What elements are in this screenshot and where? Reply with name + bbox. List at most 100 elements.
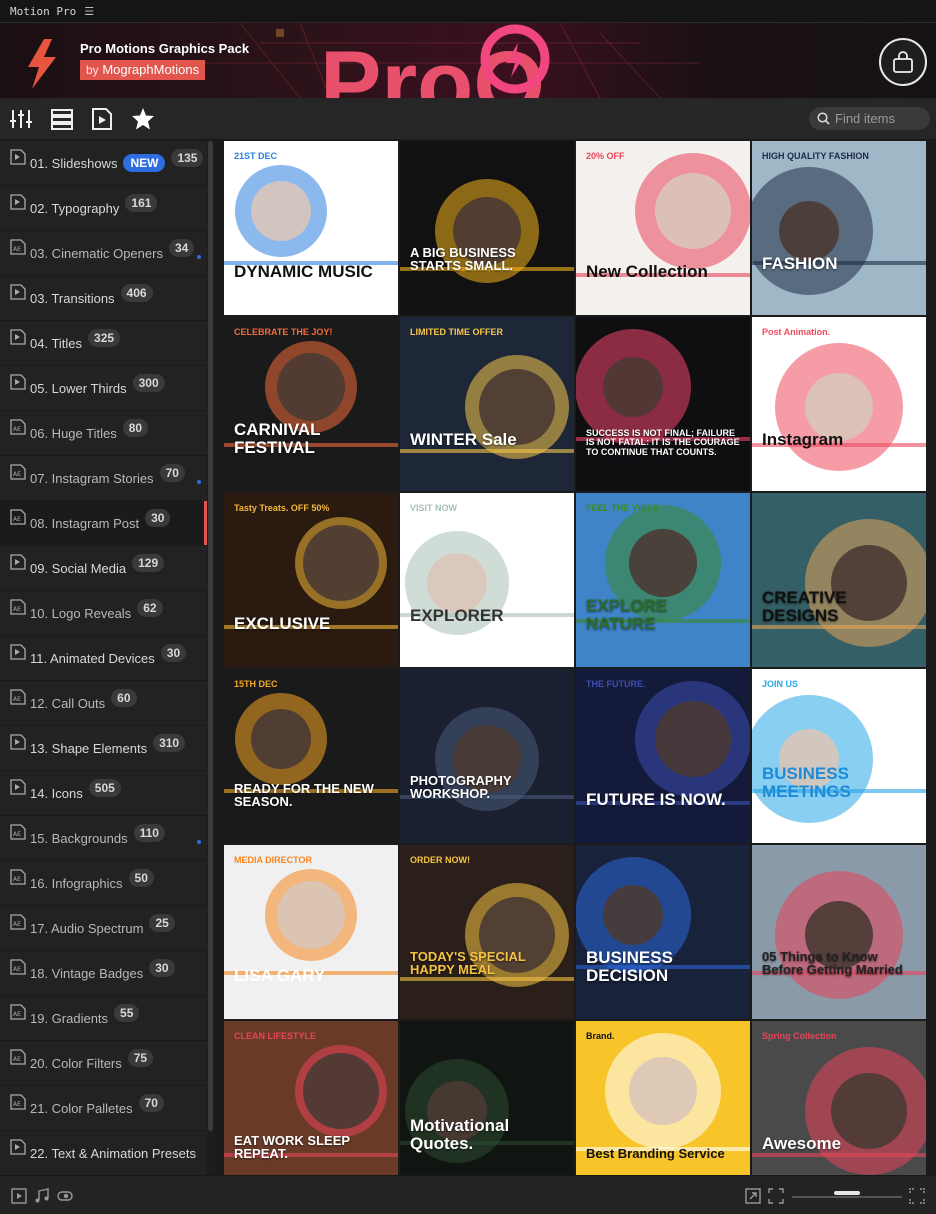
template-file-icon [10,284,26,300]
sidebar-category-item[interactable]: AE 10. Logo Reveals 62 [0,591,207,636]
sidebar-category-item[interactable]: AE 07. Instagram Stories 70 [0,456,207,501]
thumbnail-size-slider-knob[interactable] [834,1191,860,1195]
sidebar-category-item[interactable]: AE 20. Color Filters 75 [0,1041,207,1086]
template-thumbnail[interactable]: WINTER Sale LIMITED TIME OFFER [400,317,574,491]
sidebar-category-item[interactable]: AE 19. Gradients 55 [0,996,207,1041]
sidebar-scroll-thumb[interactable] [208,141,213,1131]
thumbnail-artwork [400,883,574,987]
thumbnail-artwork [224,165,398,265]
category-sidebar: 01. Slideshows NEW 135 02. Typography 16… [0,141,207,1175]
thumbnail-size-slider[interactable] [792,1196,902,1198]
sidebar-category-item[interactable]: AE 15. Backgrounds 110 [0,816,207,861]
template-thumbnail[interactable]: FASHION HIGH QUALITY FASHION [752,141,926,315]
search-input[interactable] [835,111,925,126]
category-count-badge: 55 [114,1004,140,1022]
sidebar-category-item[interactable]: 02. Typography 161 [0,186,207,231]
thumbnail-subtitle: HIGH QUALITY FASHION [762,151,869,161]
resize-icon[interactable] [745,1188,761,1204]
author-tag[interactable]: by MographMotions [80,60,206,80]
template-thumbnail[interactable]: BUSINESS MEETINGS JOIN US [752,669,926,843]
sidebar-category-item[interactable]: 03. Transitions 406 [0,276,207,321]
svg-text:AE: AE [13,831,21,838]
sidebar-category-item[interactable]: 22. Text & Animation Presets [0,1131,207,1175]
category-label: 12. Call Outs [30,695,106,711]
shop-button[interactable] [879,38,927,86]
sidebar-category-item[interactable]: 14. Icons 505 [0,771,207,816]
sidebar-category-item[interactable]: AE 17. Audio Spectrum 25 [0,906,207,951]
sidebar-category-item[interactable]: AE 21. Color Palletes 70 [0,1086,207,1131]
category-count-badge: 300 [132,374,165,392]
thumbnail-title: CARNIVAL FESTIVAL [234,420,321,458]
sidebar-category-item[interactable]: AE 18. Vintage Badges 30 [0,951,207,996]
template-thumbnail[interactable]: FUTURE IS NOW. THE FUTURE. [576,669,750,843]
sidebar-category-item[interactable]: 04. Titles 325 [0,321,207,366]
thumbnail-artwork [752,695,926,823]
template-thumbnail[interactable]: CARNIVAL FESTIVAL CELEBRATE THE JOY! [224,317,398,491]
search-box[interactable] [809,107,930,130]
template-thumbnail[interactable]: EAT WORK SLEEP REPEAT. CLEAN LIFESTYLE [224,1021,398,1175]
thumbnail-title: TODAY'S SPECIAL HAPPY MEAL [410,948,526,978]
sidebar-category-item[interactable]: 13. Shape Elements 310 [0,726,207,771]
template-thumbnail[interactable]: READY FOR THE NEW SEASON. 15TH DEC [224,669,398,843]
after-effects-file-icon: AE [10,464,26,480]
template-thumbnail[interactable]: SUCCESS IS NOT FINAL; FAILURE IS NOT FAT… [576,317,750,491]
thumbnail-artwork [400,355,574,459]
sidebar-category-item[interactable]: AE 16. Infographics 50 [0,861,207,906]
list-view-icon[interactable] [50,107,74,131]
category-count-badge: 135 [171,149,204,167]
template-thumbnail[interactable]: EXPLORE NATURE FEEL THE VIBES [576,493,750,667]
favorites-star-icon[interactable] [131,107,155,131]
sidebar-scrollbar[interactable] [207,141,215,1175]
template-thumbnail[interactable]: BUSINESS DECISION [576,845,750,1019]
thumbnail-title: SUCCESS IS NOT FINAL; FAILURE IS NOT FAT… [586,427,740,457]
author-name: MographMotions [102,62,200,77]
template-thumbnail[interactable]: TODAY'S SPECIAL HAPPY MEAL ORDER NOW! [400,845,574,1019]
preview-play-icon[interactable] [90,107,114,131]
template-thumbnail[interactable]: 05 Things to Know Before Getting Married [752,845,926,1019]
sidebar-category-item[interactable]: 05. Lower Thirds 300 [0,366,207,411]
svg-text:AE: AE [13,966,21,973]
sidebar-category-item[interactable]: 09. Social Media 129 [0,546,207,591]
bottom-bar [0,1175,936,1214]
template-thumbnail[interactable]: Awesome Spring Collection [752,1021,926,1175]
thumbnail-artwork [224,517,398,629]
template-thumbnail[interactable]: A BIG BUSINESS STARTS SMALL. [400,141,574,315]
sidebar-category-item[interactable]: AE 03. Cinematic Openers 34 [0,231,207,276]
fullscreen-icon[interactable] [768,1188,784,1204]
category-count-badge: 30 [149,959,175,977]
svg-text:AE: AE [13,921,21,928]
hamburger-menu-icon[interactable]: ☰ [84,5,94,18]
thumbnail-artwork [576,329,750,445]
sidebar-category-item[interactable]: AE 06. Huge Titles 80 [0,411,207,456]
thumbnail-subtitle: MEDIA DIRECTOR [234,855,313,865]
svg-text:AE: AE [13,876,21,883]
category-label: 18. Vintage Badges [30,965,144,981]
grid-size-icon[interactable] [909,1188,925,1204]
svg-text:AE: AE [13,1101,21,1108]
after-effects-file-icon: AE [10,599,26,615]
sidebar-category-item[interactable]: 11. Animated Devices 30 [0,636,207,681]
template-thumbnail[interactable]: New Collection 20% OFF [576,141,750,315]
thumbnail-title: New Collection [586,262,708,282]
header-banner: Pro Motions Graphics Pack by MographMoti… [0,23,936,98]
thumbnail-artwork [400,531,574,635]
sidebar-category-item[interactable]: AE 08. Instagram Post 30 [0,501,207,546]
template-thumbnail[interactable]: Best Branding Service Brand. [576,1021,750,1175]
template-thumbnail[interactable]: DYNAMIC MUSIC 21ST DEC [224,141,398,315]
svg-text:AE: AE [13,1011,21,1018]
template-thumbnail[interactable]: CREATIVE DESIGNS [752,493,926,667]
template-thumbnail[interactable]: Motivational Quotes. [400,1021,574,1175]
category-count-badge: 406 [120,284,153,302]
sliders-icon[interactable] [9,107,33,131]
template-thumbnail[interactable]: EXPLORER VISIT NOW [400,493,574,667]
template-thumbnail[interactable]: LISA GARY MEDIA DIRECTOR [224,845,398,1019]
music-filter-icon[interactable] [34,1188,50,1204]
template-thumbnail[interactable]: PHOTOGRAPHY WORKSHOP. [400,669,574,843]
toggle-filter-icon[interactable] [57,1188,73,1204]
category-label: 09. Social Media [30,560,127,576]
template-thumbnail[interactable]: EXCLUSIVE Tasty Treats. OFF 50% [224,493,398,667]
sidebar-category-item[interactable]: AE 12. Call Outs 60 [0,681,207,726]
video-filter-icon[interactable] [11,1188,27,1204]
template-thumbnail[interactable]: Instagram Post Animation. [752,317,926,491]
sidebar-category-item[interactable]: 01. Slideshows NEW 135 [0,141,207,186]
